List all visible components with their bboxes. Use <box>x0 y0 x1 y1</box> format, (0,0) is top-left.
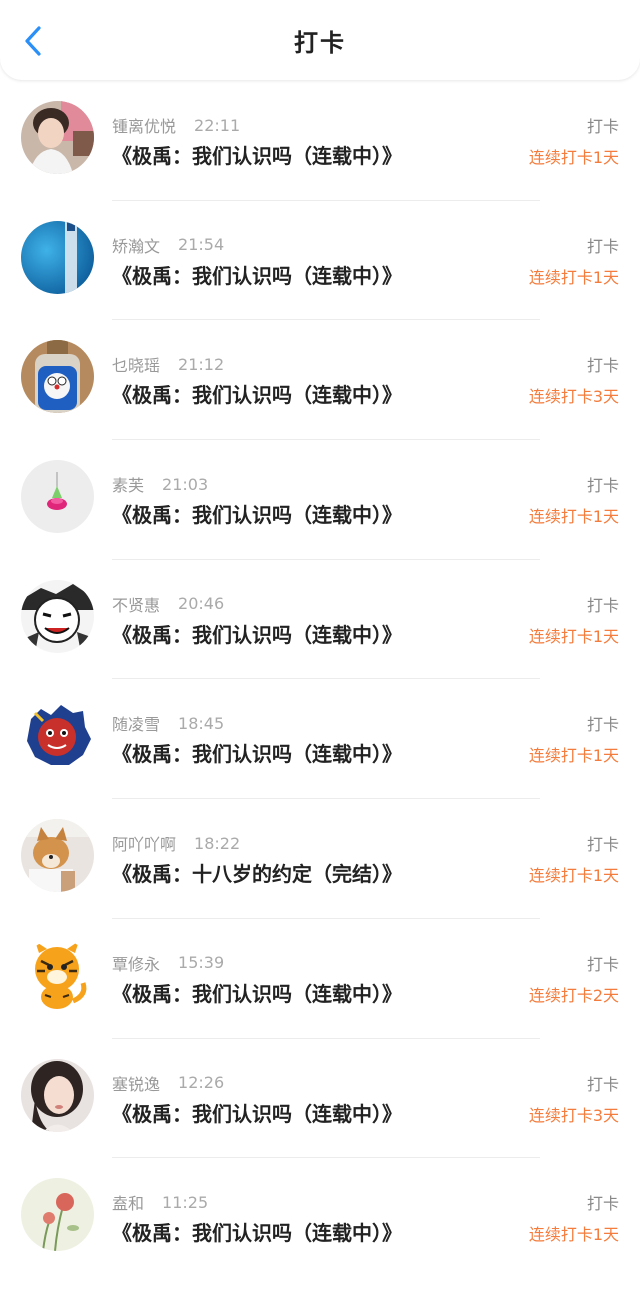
checkin-label: 打卡 <box>586 356 619 376</box>
user-name[interactable]: 素芙 <box>112 472 144 496</box>
book-title[interactable]: 《极禹：我们认识吗（连载中）》 <box>112 1217 402 1246</box>
checkin-label: 打卡 <box>586 117 619 136</box>
checkin-label: 打卡 <box>586 595 619 615</box>
user-name[interactable]: 盍和 <box>112 1190 144 1214</box>
user-name[interactable]: 不贤惠 <box>112 592 160 616</box>
user-meta: 塞锐逸 12:26 <box>112 1071 224 1095</box>
streak-badge: 连续打卡1天 <box>528 746 619 766</box>
user-name[interactable]: 随凌雪 <box>112 711 160 735</box>
book-title[interactable]: 《极禹：我们认识吗（连载中）》 <box>112 619 402 648</box>
user-meta: 锺离优悦 22:11 <box>112 113 240 137</box>
avatar[interactable] <box>21 579 94 653</box>
user-meta: 不贤惠 20:46 <box>112 592 224 616</box>
avatar[interactable] <box>21 1178 94 1252</box>
book-title[interactable]: 《极禹：我们认识吗（连载中）》 <box>112 738 402 767</box>
avatar[interactable] <box>21 220 94 294</box>
checkin-label: 打卡 <box>586 236 619 256</box>
checkin-time: 11:25 <box>162 1192 209 1212</box>
user-meta: 乜晓瑶 21:12 <box>112 352 224 376</box>
streak-badge: 连续打卡1天 <box>528 148 619 167</box>
streak-badge: 连续打卡1天 <box>528 507 619 527</box>
user-meta: 素芙 21:03 <box>112 472 208 496</box>
list-item[interactable]: 盍和 11:25 《极禹：我们认识吗（连载中）》 打卡 连续打卡1天 <box>0 1157 640 1277</box>
user-name[interactable]: 乜晓瑶 <box>112 352 160 376</box>
back-button[interactable] <box>20 26 48 56</box>
checkin-label: 打卡 <box>586 715 619 735</box>
book-title[interactable]: 《极禹：十八岁的约定（完结）》 <box>112 858 402 887</box>
list-item[interactable]: 锺离优悦 22:11 《极禹：我们认识吗（连载中）》 打卡 连续打卡1天 <box>0 80 640 200</box>
avatar[interactable] <box>21 938 94 1012</box>
chevron-left-icon <box>25 26 41 56</box>
book-title[interactable]: 《极禹：我们认识吗（连载中）》 <box>112 1098 402 1127</box>
user-meta: 矫瀚文 21:54 <box>112 233 224 257</box>
user-meta: 覃修永 15:39 <box>112 951 224 975</box>
user-name[interactable]: 锺离优悦 <box>112 113 176 137</box>
avatar[interactable] <box>21 1058 94 1132</box>
user-name[interactable]: 覃修永 <box>112 951 160 975</box>
avatar[interactable] <box>21 699 94 773</box>
checkin-label: 打卡 <box>586 1194 619 1214</box>
user-name[interactable]: 塞锐逸 <box>112 1071 160 1095</box>
list-item[interactable]: 矫瀚文 21:54 《极禹：我们认识吗（连载中）》 打卡 连续打卡1天 <box>0 199 640 320</box>
list-item[interactable]: 随凌雪 18:45 《极禹：我们认识吗（连载中）》 打卡 连续打卡1天 <box>0 678 640 798</box>
list-item[interactable]: 乜晓瑶 21:12 《极禹：我们认识吗（连载中）》 打卡 连续打卡3天 <box>0 319 640 439</box>
checkin-time: 21:54 <box>178 235 225 255</box>
top-bar: 打卡 <box>0 0 640 80</box>
user-meta: 随凌雪 18:45 <box>112 711 224 735</box>
user-meta: 盍和 11:25 <box>112 1190 208 1214</box>
list-item[interactable]: 塞锐逸 12:26 《极禹：我们认识吗（连载中）》 打卡 连续打卡3天 <box>0 1037 640 1158</box>
streak-badge: 连续打卡1天 <box>528 267 619 287</box>
avatar[interactable] <box>21 340 94 414</box>
book-title[interactable]: 《极禹：我们认识吗（连载中）》 <box>112 379 402 408</box>
checkin-time: 12:26 <box>178 1073 225 1092</box>
avatar[interactable] <box>21 819 94 893</box>
streak-badge: 连续打卡1天 <box>528 626 619 646</box>
user-name[interactable]: 阿吖吖啊 <box>112 831 176 855</box>
streak-badge: 连续打卡3天 <box>528 1105 619 1125</box>
checkin-time: 21:03 <box>162 474 209 494</box>
checkin-list: 锺离优悦 22:11 《极禹：我们认识吗（连载中）》 打卡 连续打卡1天 矫瀚文… <box>0 80 640 1277</box>
streak-badge: 连续打卡2天 <box>528 985 619 1005</box>
checkin-time: 22:11 <box>194 115 241 135</box>
checkin-time: 21:12 <box>178 354 225 374</box>
checkin-label: 打卡 <box>586 954 619 974</box>
book-title[interactable]: 《极禹：我们认识吗（连载中）》 <box>112 499 402 528</box>
avatar[interactable] <box>21 101 94 174</box>
checkin-time: 15:39 <box>178 953 225 973</box>
user-name[interactable]: 矫瀚文 <box>112 233 160 257</box>
list-item[interactable]: 不贤惠 20:46 《极禹：我们认识吗（连载中）》 打卡 连续打卡1天 <box>0 558 640 679</box>
streak-badge: 连续打卡1天 <box>528 1225 619 1245</box>
checkin-label: 打卡 <box>586 1074 619 1094</box>
checkin-label: 打卡 <box>586 835 619 855</box>
checkin-time: 18:45 <box>178 713 225 733</box>
avatar[interactable] <box>21 460 94 534</box>
streak-badge: 连续打卡1天 <box>528 866 619 886</box>
checkin-time: 18:22 <box>194 833 241 853</box>
list-item[interactable]: 覃修永 15:39 《极禹：我们认识吗（连载中）》 打卡 连续打卡2天 <box>0 917 640 1038</box>
list-item[interactable]: 素芙 21:03 《极禹：我们认识吗（连载中）》 打卡 连续打卡1天 <box>0 439 640 559</box>
checkin-time: 20:46 <box>178 594 225 614</box>
book-title[interactable]: 《极禹：我们认识吗（连载中）》 <box>112 260 402 289</box>
book-title[interactable]: 《极禹：我们认识吗（连载中）》 <box>112 140 402 169</box>
checkin-label: 打卡 <box>586 476 619 496</box>
page-title: 打卡 <box>294 28 346 57</box>
list-item[interactable]: 阿吖吖啊 18:22 《极禹：十八岁的约定（完结）》 打卡 连续打卡1天 <box>0 798 640 918</box>
streak-badge: 连续打卡3天 <box>528 387 619 407</box>
user-meta: 阿吖吖啊 18:22 <box>112 831 240 855</box>
book-title[interactable]: 《极禹：我们认识吗（连载中）》 <box>112 978 402 1007</box>
